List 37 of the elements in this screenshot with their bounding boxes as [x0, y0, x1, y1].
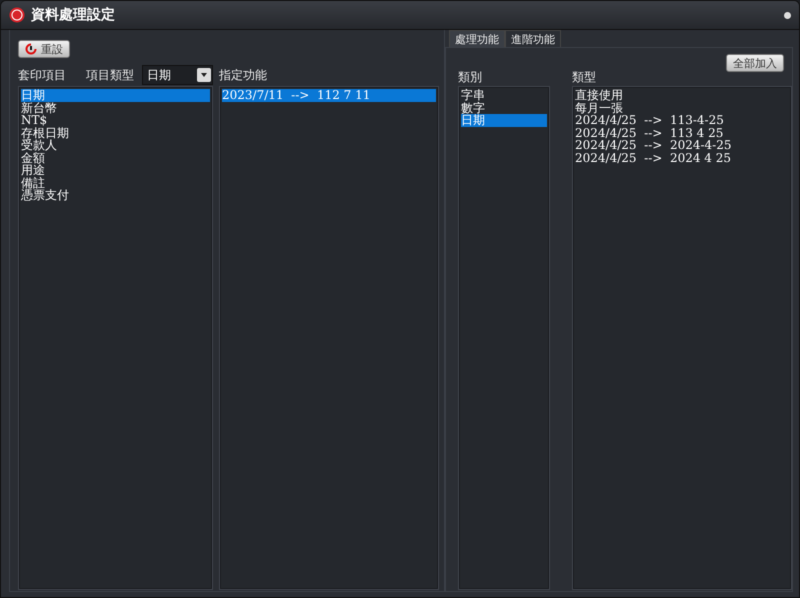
window-title: 資料處理設定 [31, 6, 116, 24]
window-control-icon[interactable] [784, 12, 791, 18]
category-list[interactable]: 字串 數字 日期 [458, 86, 550, 590]
list-item[interactable]: 金額 [21, 152, 210, 164]
list-item[interactable]: 2024/4/25 --> 113 4 25 [575, 126, 789, 139]
app-logo-icon [9, 7, 25, 23]
assigned-list[interactable]: 2023/7/11 --> 112 7 11 [219, 86, 439, 590]
list-label: 類型 [572, 68, 596, 86]
list-item[interactable]: 備註 [21, 176, 210, 189]
list-item[interactable]: NT$ [21, 114, 210, 126]
types-list[interactable]: 直接使用 每月一張 2024/4/25 --> 113-4-25 2024/4/25 --> 113 4 25 2024/4/25 --> 2024-4-25 2024/4/25 --> 2024 4 25 [572, 86, 792, 590]
list-label: 指定功能 [219, 66, 267, 84]
list-item[interactable]: 每月一張 [575, 102, 789, 114]
list-item[interactable]: 2023/7/11 --> 112 7 11 [222, 89, 436, 102]
list-item[interactable]: 日期 [461, 114, 547, 126]
list-item[interactable]: 數字 [461, 102, 547, 114]
list-label: 類別 [458, 68, 482, 86]
list-item[interactable]: 新台幣 [21, 102, 210, 114]
reset-icon [25, 43, 37, 55]
list-item[interactable]: 字串 [461, 89, 547, 102]
add-all-button[interactable]: 全部加入 [726, 54, 784, 72]
list-item[interactable]: 2024/4/25 --> 2024 4 25 [575, 152, 789, 164]
item-type-dropdown[interactable]: 日期 [142, 65, 213, 85]
tab[interactable]: 處理功能 [449, 30, 505, 47]
list-item[interactable]: 2024/4/25 --> 113-4-25 [575, 114, 789, 126]
list-item[interactable]: 日期 [21, 89, 210, 102]
list-item[interactable]: 憑票支付 [21, 189, 210, 202]
reset-button[interactable]: 重設 [18, 40, 70, 58]
list-item[interactable]: 受款人 [21, 139, 210, 152]
list-label: 套印項目 [18, 66, 66, 84]
print-items-list[interactable]: 日期 新台幣 NT$ 存根日期 受款人 金額 用途 備註 憑票支付 [18, 86, 213, 590]
list-item[interactable]: 用途 [21, 164, 210, 176]
list-item[interactable]: 2024/4/25 --> 2024-4-25 [575, 139, 789, 152]
list-item[interactable]: 存根日期 [21, 126, 210, 139]
field-label: 項目類型 [86, 66, 134, 84]
tab[interactable]: 進階功能 [505, 30, 561, 47]
list-item[interactable]: 直接使用 [575, 89, 789, 102]
